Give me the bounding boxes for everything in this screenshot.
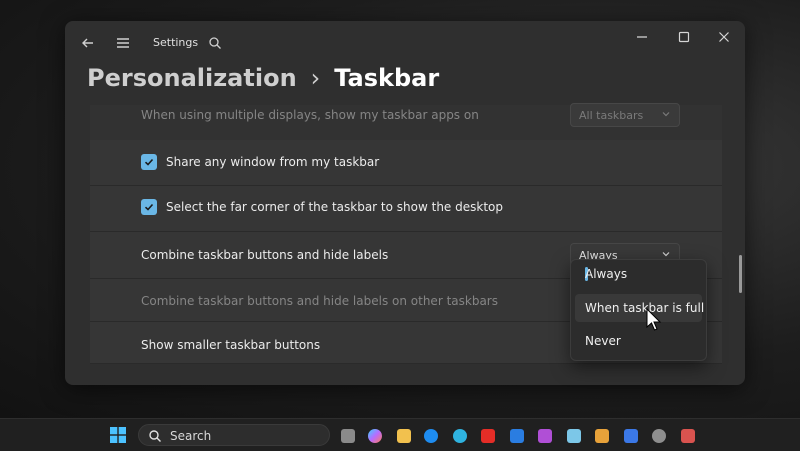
mouse-cursor-icon (646, 308, 662, 331)
checkmark-icon (144, 158, 154, 166)
edge-icon[interactable] (424, 429, 438, 443)
minimize-icon[interactable] (632, 27, 652, 47)
combine-other-label: Combine taskbar buttons and hide labels … (141, 294, 498, 308)
snipping-tool-icon[interactable] (681, 429, 695, 443)
search-icon (149, 430, 161, 442)
smaller-buttons-label: Show smaller taskbar buttons (141, 338, 321, 352)
breadcrumb: Personalization › Taskbar (87, 64, 439, 92)
file-explorer-icon[interactable] (397, 429, 411, 443)
close-icon[interactable] (714, 27, 734, 47)
title-bar: Settings (65, 21, 745, 65)
combine-buttons-dropdown-menu: Always When taskbar is full Never (570, 259, 707, 361)
taskbar-search-box[interactable]: Search (138, 424, 330, 446)
far-corner-label: Select the far corner of the taskbar to … (166, 200, 503, 214)
copilot-icon[interactable] (368, 429, 382, 443)
dropdown-option-label: Never (585, 334, 621, 348)
maximize-icon[interactable] (674, 27, 694, 47)
task-view-icon[interactable] (341, 429, 355, 443)
outlook-icon[interactable] (624, 429, 638, 443)
breadcrumb-separator: › (310, 64, 321, 92)
taskbar: Search (0, 418, 800, 451)
dropdown-option-label: When taskbar is full (585, 301, 705, 315)
combine-buttons-label: Combine taskbar buttons and hide labels (141, 248, 389, 262)
page-title: Taskbar (334, 64, 440, 92)
onenote-icon[interactable] (538, 429, 552, 443)
far-corner-checkbox[interactable] (141, 199, 157, 215)
setting-row-share-window[interactable]: Share any window from my taskbar (90, 140, 722, 186)
youtube-icon[interactable] (481, 429, 495, 443)
app-icon[interactable] (595, 429, 609, 443)
dropdown-option-label: Always (585, 267, 628, 281)
multi-display-label: When using multiple displays, show my ta… (141, 108, 479, 122)
app-title: Settings (153, 36, 199, 49)
multi-display-value: All taskbars (579, 109, 644, 122)
hamburger-menu-icon[interactable] (113, 33, 133, 53)
share-window-label: Share any window from my taskbar (166, 155, 380, 169)
notepad-icon[interactable] (567, 429, 581, 443)
setting-row-multi-display: When using multiple displays, show my ta… (90, 103, 722, 141)
edge-dev-icon[interactable] (453, 429, 467, 443)
settings-gear-icon[interactable] (652, 429, 666, 443)
dropdown-option-when-full[interactable]: When taskbar is full (575, 294, 705, 322)
search-label: Search (170, 429, 212, 443)
back-arrow-icon[interactable] (78, 33, 98, 53)
search-icon[interactable] (205, 33, 225, 53)
chevron-down-icon (661, 109, 671, 122)
windows-start-icon[interactable] (110, 427, 126, 443)
checkmark-icon (144, 203, 154, 211)
scrollbar-thumb[interactable] (739, 255, 742, 293)
dropdown-option-always[interactable]: Always (575, 260, 702, 288)
multi-display-dropdown[interactable]: All taskbars (570, 103, 680, 127)
share-window-checkbox[interactable] (141, 154, 157, 170)
setting-row-far-corner[interactable]: Select the far corner of the taskbar to … (90, 186, 722, 232)
azure-icon[interactable] (510, 429, 524, 443)
breadcrumb-parent[interactable]: Personalization (87, 64, 297, 92)
dropdown-option-never[interactable]: Never (575, 327, 702, 355)
